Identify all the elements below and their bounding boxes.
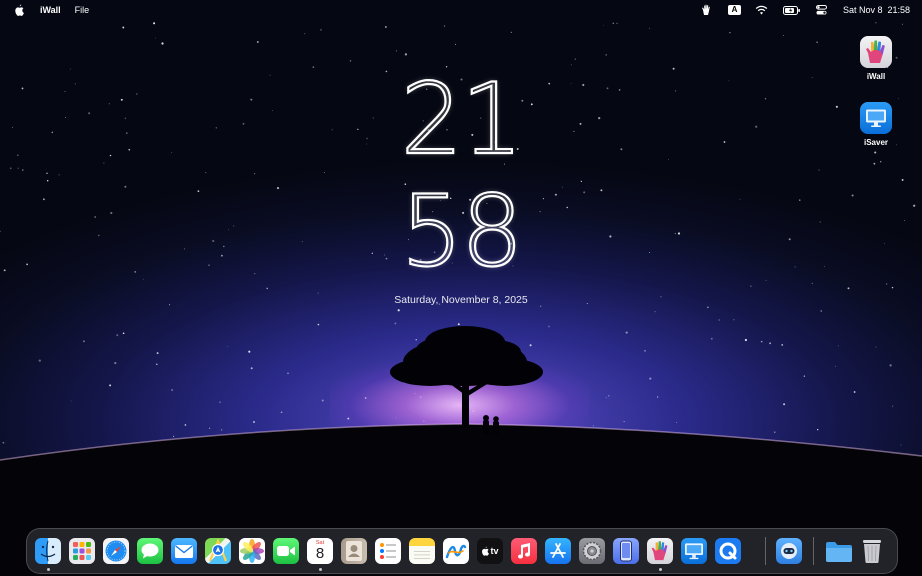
robot-app-icon[interactable]: [776, 538, 802, 564]
star: [304, 33, 306, 35]
apple-logo-icon[interactable]: [12, 4, 26, 16]
running-indicator: [659, 568, 662, 571]
tree-silhouette: [390, 326, 543, 428]
star: [395, 50, 397, 52]
isaver-monitor-icon: [860, 102, 892, 134]
q-app-icon[interactable]: [715, 538, 741, 564]
star: [256, 41, 259, 43]
star: [385, 26, 387, 28]
star: [816, 41, 818, 44]
desktop-icon-isaver[interactable]: iSaver: [846, 102, 906, 147]
apple-tv-icon[interactable]: tv: [477, 538, 503, 564]
wifi-icon[interactable]: [755, 4, 769, 16]
star: [616, 22, 618, 24]
star: [349, 60, 352, 62]
star: [161, 42, 164, 45]
star: [783, 35, 784, 36]
star: [510, 31, 512, 34]
wallpaper-clock: 21 58 Saturday, November 8, 2025: [0, 63, 922, 306]
star: [605, 54, 607, 56]
clock-minutes: 58: [400, 175, 525, 289]
running-indicator: [319, 568, 322, 571]
finder-icon[interactable]: [35, 538, 61, 564]
star: [649, 27, 651, 29]
music-icon[interactable]: [511, 538, 537, 564]
star: [612, 22, 615, 25]
star: [902, 23, 904, 25]
freeform-icon[interactable]: [443, 538, 469, 564]
desktop-icon-label: iSaver: [863, 138, 889, 147]
trash-icon[interactable]: [859, 538, 885, 564]
desktop-icon-iwall[interactable]: iWall: [846, 36, 906, 81]
safari-icon[interactable]: [103, 538, 129, 564]
menu-file[interactable]: File: [75, 5, 90, 15]
star: [454, 43, 457, 45]
hand-icon[interactable]: [700, 4, 714, 16]
star: [444, 25, 446, 27]
menubar-clock[interactable]: Sat Nov 8 21:58: [843, 5, 910, 15]
desktop-icon-label: iWall: [866, 72, 886, 81]
launchpad-icon[interactable]: [69, 538, 95, 564]
iphone-mirroring-icon[interactable]: [613, 538, 639, 564]
maps-icon[interactable]: [205, 538, 231, 564]
dock: Sat 8 tv: [26, 528, 898, 574]
running-indicator: [47, 568, 50, 571]
clock-hours: 21: [400, 63, 525, 177]
star: [155, 37, 156, 39]
iwall-hand-icon: [860, 36, 892, 68]
app-menu-iwall[interactable]: iWall: [40, 5, 61, 15]
contacts-icon[interactable]: [341, 538, 367, 564]
input-source-icon[interactable]: A: [727, 5, 741, 15]
notes-icon[interactable]: [409, 538, 435, 564]
star: [875, 22, 877, 24]
star: [603, 24, 604, 26]
star: [574, 58, 576, 60]
dock-separator: [765, 537, 766, 565]
reminders-icon[interactable]: [375, 538, 401, 564]
clock-date: Saturday, November 8, 2025: [394, 294, 528, 306]
isaver-monitor-icon[interactable]: [681, 538, 707, 564]
star: [729, 31, 731, 34]
apple-tv-label: tv: [490, 546, 499, 556]
star: [153, 22, 156, 25]
dock-separator: [813, 537, 814, 565]
calendar-day-label: 8: [315, 545, 325, 562]
battery-icon[interactable]: [782, 4, 801, 16]
mail-icon[interactable]: [171, 538, 197, 564]
star: [122, 26, 125, 29]
star: [404, 53, 408, 56]
calendar-icon[interactable]: Sat 8: [307, 538, 333, 564]
menu-bar: iWall File A Sat Nov 8 21:58: [0, 0, 922, 20]
desktop[interactable]: iWall File A Sat Nov 8 21:58 21 58 Satur…: [0, 0, 922, 576]
messages-icon[interactable]: [137, 538, 163, 564]
app-store-icon[interactable]: [545, 538, 571, 564]
control-center-icon[interactable]: [815, 4, 829, 16]
iwall-hand-icon[interactable]: [647, 538, 673, 564]
facetime-icon[interactable]: [273, 538, 299, 564]
photos-icon[interactable]: [239, 538, 265, 564]
system-settings-icon[interactable]: [579, 538, 605, 564]
folder-icon[interactable]: [825, 538, 853, 564]
star: [320, 29, 322, 31]
